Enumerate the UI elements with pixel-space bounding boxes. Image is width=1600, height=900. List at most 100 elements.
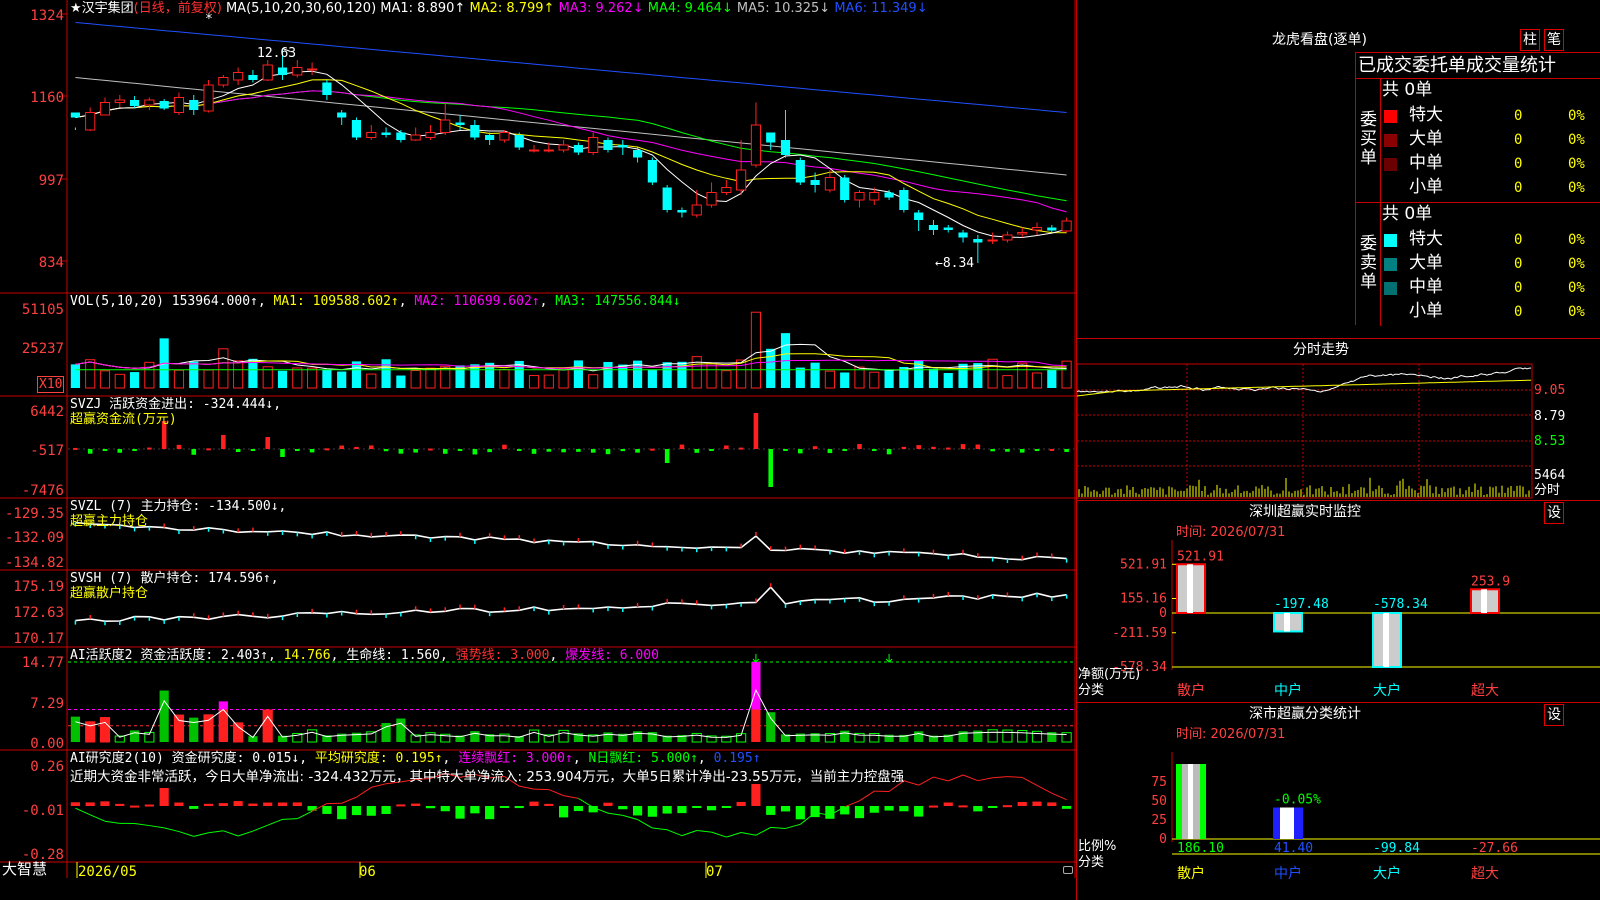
timeshare-chart[interactable] — [1077, 362, 1600, 500]
flow-bar — [309, 449, 315, 453]
candle-body — [1017, 232, 1028, 235]
order-size-label: 大单 — [1409, 129, 1443, 149]
lhb-stat-title: 已成交委托单成交量统计 — [1358, 55, 1556, 76]
vol-y-tick: 51105 — [21, 302, 64, 318]
candle-body — [691, 204, 702, 216]
research-line — [755, 826, 771, 836]
research-bar — [618, 806, 628, 810]
y-tick: 521.91 — [1120, 557, 1167, 572]
candle-body — [795, 160, 805, 183]
volume-bar — [1002, 375, 1013, 389]
research-bar — [928, 805, 939, 808]
flow-bar — [679, 444, 685, 449]
research-bar — [100, 801, 110, 806]
candle-body — [973, 239, 983, 243]
flow-bar — [546, 449, 552, 452]
volume-chart[interactable] — [68, 296, 1074, 391]
candle-body — [425, 132, 436, 138]
research-bar — [780, 806, 791, 812]
research-line — [711, 831, 727, 838]
sz-monitor-settings-button[interactable]: 设 — [1544, 502, 1564, 524]
y-tick: 0 — [1159, 832, 1167, 847]
svsh-subtitle: 超赢散户持仓 — [70, 586, 149, 601]
sz-classify-chart[interactable]: 75 50 25 0 -0.05% 186.10 41.40 -99.84 -27.66 散户 中户… — [1077, 742, 1600, 900]
candle-body — [262, 64, 273, 81]
category-label: 中户 — [1274, 865, 1302, 882]
ai-activity-title: AI活跃度2 — [70, 648, 133, 663]
candlestick-chart[interactable] — [68, 18, 1074, 290]
ts-vol-tick: 5464 — [1534, 468, 1566, 483]
research-bar — [292, 802, 302, 806]
vol-ma1: MA1: 109588.602↑ — [273, 294, 399, 309]
activity-bar — [99, 717, 111, 743]
brand-logo[interactable]: 大智慧 — [2, 862, 47, 877]
flow-bar — [206, 448, 211, 451]
volume-bar — [114, 373, 125, 389]
sz-classify-settings-button[interactable]: 设 — [1544, 704, 1564, 726]
y-tick: 25 — [1151, 813, 1167, 828]
buy-side-label: 委买单 — [1360, 110, 1377, 168]
research-bar — [425, 806, 436, 809]
buy-section: 委买单 共 0单 特大 0 0% 大单 0 0% 中单 0 0% 小单 0 0% — [1356, 78, 1600, 203]
flow-bar — [975, 444, 981, 449]
capital-flow-chart[interactable] — [68, 400, 1074, 496]
research-line — [519, 785, 535, 790]
volume-bar — [987, 358, 998, 389]
svsh-value: 散户持仓: 174.596↑ — [140, 571, 271, 586]
favorite-star-icon[interactable]: ★ — [70, 1, 82, 16]
order-size-label: 中单 — [1409, 153, 1443, 173]
category-label: 超大 — [1471, 866, 1499, 882]
flow-bar — [650, 448, 655, 451]
research-line — [666, 829, 683, 837]
ma5-value: MA5: 10.325↓ — [736, 1, 831, 16]
volume-bar — [647, 369, 657, 388]
research-line — [696, 829, 712, 833]
research-bar — [470, 806, 480, 814]
candle-body — [351, 120, 362, 138]
kline-chart-area[interactable]: ★汉宇集团(日线，前复权) MA(5,10,20,30,60,120) MA1:… — [0, 0, 1076, 880]
low-price-label: ←8.34 — [935, 256, 975, 271]
svzl-y-tick: -129.35 — [4, 506, 64, 522]
candle-body — [1002, 234, 1013, 241]
ai-activity-value: 资金活跃度: 2.403↑ — [140, 648, 268, 663]
candle-body — [189, 100, 199, 110]
ma120-line — [75, 22, 1067, 113]
ai-activity-chart[interactable] — [68, 650, 1074, 748]
date-label: 06 — [359, 864, 376, 880]
event-marker[interactable]: * — [205, 13, 213, 26]
category-label: 中户 — [1274, 682, 1302, 699]
sz-monitor-chart[interactable]: 521.91 155.160 -211.59 -578.34 521.91 -197.48… — [1077, 540, 1600, 702]
buy-order-row: 大单 0 0% — [1382, 129, 1600, 151]
ma4-value: MA4: 9.464↓ — [647, 1, 733, 16]
candle-body — [203, 84, 214, 112]
ai-research-y-tick: 0.26 — [30, 759, 64, 775]
pen-mode-button[interactable]: 笔 — [1544, 29, 1564, 51]
svzl-legend: SVZL (7) 主力持仓: -134.500↓, — [70, 499, 287, 514]
flow-bar — [694, 449, 700, 453]
svzl-y-tick: -132.09 — [4, 530, 64, 546]
candle-body — [914, 212, 924, 220]
research-line — [178, 831, 194, 837]
down-arrow-icon — [752, 654, 760, 663]
order-percent: 0% — [1568, 280, 1585, 296]
order-count: 0 — [1514, 232, 1523, 248]
panel-lhb-title: 龙虎看盘(逐单) — [1272, 32, 1367, 48]
volume-bar — [277, 370, 288, 388]
ma20-line — [75, 90, 1067, 213]
flow-bar — [605, 449, 611, 455]
volume-bar — [662, 362, 672, 388]
candle-body — [706, 192, 717, 206]
color-swatch-icon — [1384, 158, 1397, 171]
monitor-bar-highlight — [1481, 589, 1487, 613]
flow-bar — [531, 449, 537, 454]
activity-bar — [189, 717, 199, 742]
lock-icon[interactable] — [1063, 866, 1073, 874]
research-bar — [70, 802, 80, 806]
ts-frame — [1077, 363, 1533, 499]
volume-bar — [810, 362, 820, 388]
research-line — [770, 826, 786, 829]
y-tick: 1324 — [30, 8, 64, 24]
bar-mode-button[interactable]: 柱 — [1520, 29, 1540, 51]
volume-bar — [233, 360, 244, 389]
flow-bar — [842, 449, 847, 451]
